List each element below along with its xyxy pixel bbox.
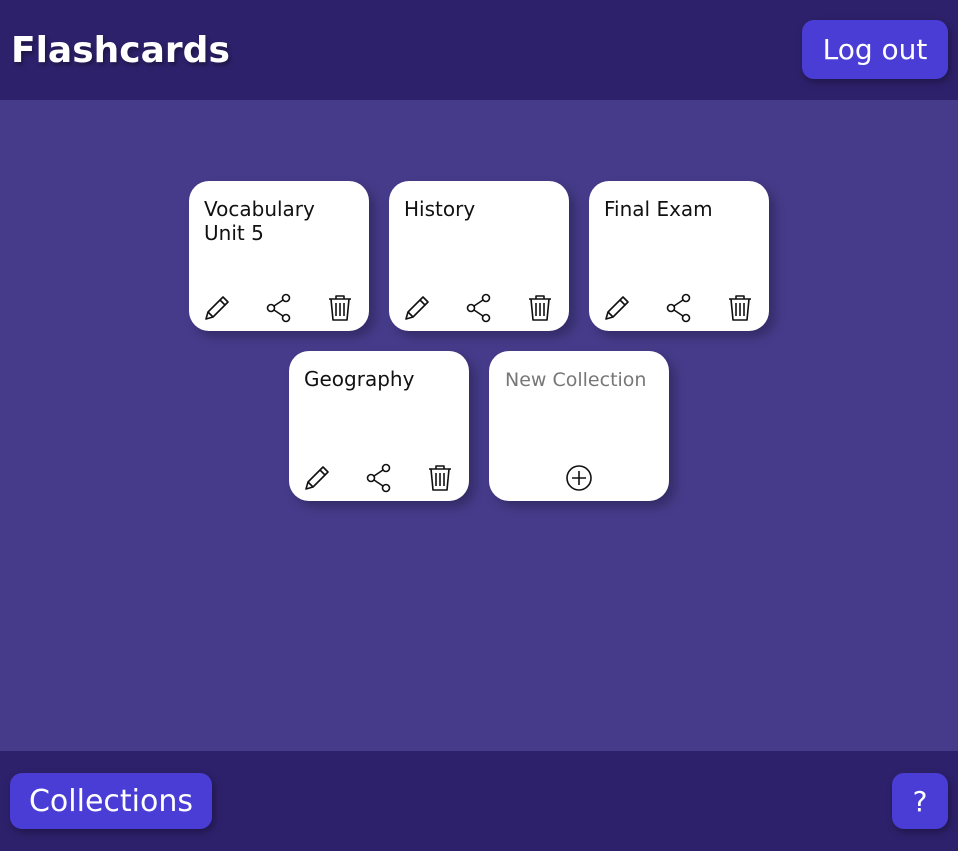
top-bar: Flashcards Log out — [0, 0, 958, 100]
card-actions — [389, 291, 569, 325]
collections-button[interactable]: Collections — [10, 773, 212, 829]
help-button[interactable]: ? — [892, 773, 948, 829]
card-actions — [489, 461, 669, 495]
share-icon[interactable] — [362, 461, 396, 495]
trash-icon[interactable] — [723, 291, 757, 325]
pencil-icon[interactable] — [600, 291, 634, 325]
trash-icon[interactable] — [323, 291, 357, 325]
collection-title: History — [404, 197, 476, 221]
new-collection-card — [489, 351, 669, 501]
trash-icon[interactable] — [523, 291, 557, 325]
collection-card[interactable]: History — [389, 181, 569, 331]
share-icon[interactable] — [262, 291, 296, 325]
collection-title: Vocabulary Unit 5 — [204, 197, 315, 245]
card-actions — [589, 291, 769, 325]
pencil-icon[interactable] — [400, 291, 434, 325]
app-title: Flashcards — [11, 30, 230, 71]
card-actions — [289, 461, 469, 495]
collection-card[interactable]: Final Exam — [589, 181, 769, 331]
plus-circle-icon[interactable] — [562, 461, 596, 495]
card-actions — [189, 291, 369, 325]
collection-card[interactable]: Geography — [289, 351, 469, 501]
new-collection-input[interactable] — [499, 365, 669, 395]
pencil-icon[interactable] — [300, 461, 334, 495]
pencil-icon[interactable] — [200, 291, 234, 325]
collection-title: Geography — [304, 367, 415, 391]
collection-title: Final Exam — [604, 197, 713, 221]
share-icon[interactable] — [662, 291, 696, 325]
collection-card[interactable]: Vocabulary Unit 5 — [189, 181, 369, 331]
logout-button[interactable]: Log out — [802, 20, 948, 79]
share-icon[interactable] — [462, 291, 496, 325]
trash-icon[interactable] — [423, 461, 457, 495]
